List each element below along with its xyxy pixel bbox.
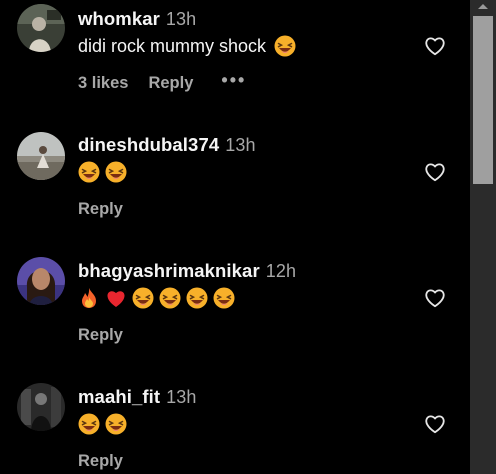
comment-time: 13h	[165, 9, 197, 29]
reply-button[interactable]: Reply	[78, 326, 123, 345]
avatar-image	[17, 383, 65, 431]
avatar[interactable]	[17, 257, 65, 305]
comment-actions: Reply	[78, 200, 123, 219]
comment-username[interactable]: bhagyashrimaknikar 12h	[78, 260, 296, 282]
more-options-button[interactable]: •••	[221, 71, 246, 89]
grinning-squinting-face-emoji	[159, 287, 181, 309]
comment-username[interactable]: maahi_fit 13h	[78, 386, 196, 408]
comment-time: 13h	[166, 387, 197, 407]
username-text[interactable]: bhagyashrimaknikar	[78, 260, 260, 281]
grinning-squinting-face-emoji	[78, 413, 100, 435]
comment-emojis	[78, 287, 235, 309]
comment-text-content: didi rock mummy shock	[78, 35, 267, 56]
comment-item: bhagyashrimaknikar 12h Reply	[0, 252, 470, 378]
reply-button[interactable]: Reply	[78, 452, 123, 471]
comment-actions: Reply	[78, 326, 123, 345]
comment-time: 13h	[225, 135, 256, 155]
grinning-squinting-face-emoji	[132, 287, 154, 309]
heart-outline-icon[interactable]	[424, 161, 446, 183]
comment-actions: 3 likes Reply •••	[78, 71, 246, 93]
username-text[interactable]: whomkar	[78, 8, 160, 29]
reply-button[interactable]: Reply	[78, 200, 123, 219]
avatar[interactable]	[17, 383, 65, 431]
username-text[interactable]: maahi_fit	[78, 386, 160, 407]
vertical-scrollbar[interactable]	[470, 0, 496, 474]
grinning-squinting-face-emoji	[186, 287, 208, 309]
scrollbar-thumb[interactable]	[473, 16, 493, 184]
username-text[interactable]: dineshdubal374	[78, 134, 219, 155]
fire-emoji	[82, 288, 96, 308]
comment-item: whomkar 13h didi rock mummy shock 3 likes…	[0, 0, 470, 120]
comment-time: 12h	[265, 261, 297, 281]
scroll-up-arrow-icon[interactable]	[478, 4, 488, 9]
comments-list: whomkar 13h didi rock mummy shock 3 likes…	[0, 0, 470, 474]
grinning-squinting-face-emoji	[105, 161, 127, 183]
heart-outline-icon[interactable]	[424, 413, 446, 435]
grinning-squinting-face-emoji	[274, 35, 296, 57]
red-heart-emoji	[107, 291, 125, 307]
likes-count[interactable]: 3 likes	[78, 74, 128, 93]
comment-emojis	[78, 161, 127, 183]
avatar[interactable]	[17, 4, 65, 52]
avatar-image	[17, 132, 65, 180]
comments-viewport: whomkar 13h didi rock mummy shock 3 likes…	[0, 0, 496, 474]
comment-item: dineshdubal374 13h Reply	[0, 126, 470, 252]
avatar[interactable]	[17, 132, 65, 180]
grinning-squinting-face-emoji	[105, 413, 127, 435]
comment-actions: Reply	[78, 452, 123, 471]
heart-outline-icon[interactable]	[424, 35, 446, 57]
comment-item: maahi_fit 13h Reply	[0, 378, 470, 474]
avatar-image	[17, 257, 65, 305]
reply-button[interactable]: Reply	[148, 74, 193, 93]
grinning-squinting-face-emoji	[213, 287, 235, 309]
comment-username[interactable]: whomkar 13h	[78, 8, 196, 30]
comment-username[interactable]: dineshdubal374 13h	[78, 134, 256, 156]
comment-text: didi rock mummy shock	[78, 35, 296, 57]
avatar-image	[17, 4, 65, 52]
comment-emojis	[78, 413, 127, 435]
grinning-squinting-face-emoji	[78, 161, 100, 183]
heart-outline-icon[interactable]	[424, 287, 446, 309]
